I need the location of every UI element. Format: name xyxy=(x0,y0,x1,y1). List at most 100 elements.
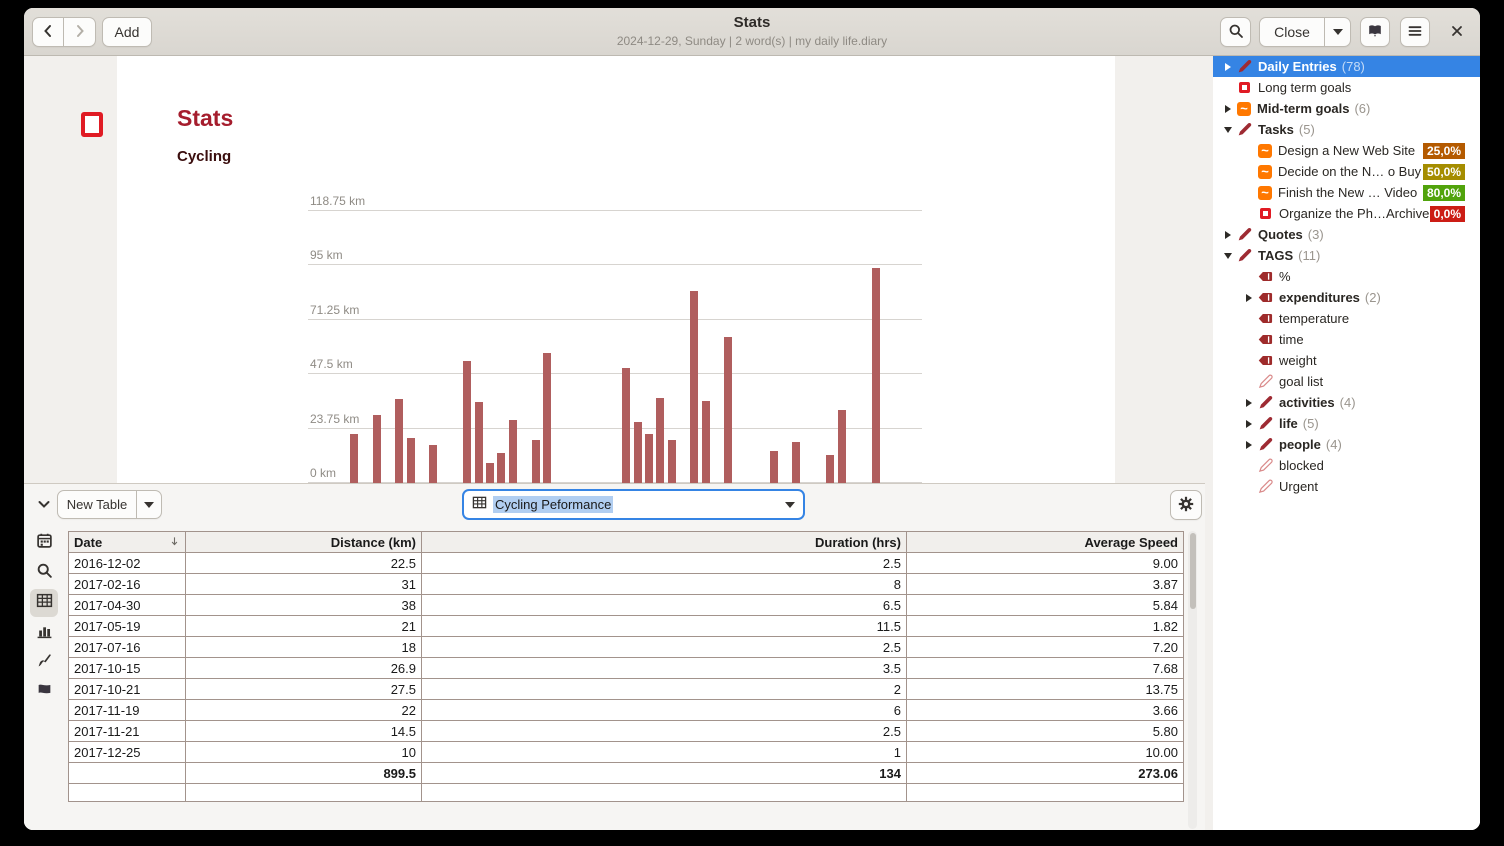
table-selector-combo[interactable]: Cycling Peformance xyxy=(462,489,805,520)
panel-tab-search[interactable] xyxy=(30,559,58,587)
cell-date[interactable]: 2017-10-21 xyxy=(69,679,186,700)
column-header-date[interactable]: Date xyxy=(69,532,186,553)
cell-value[interactable]: 13.75 xyxy=(907,679,1184,700)
bookmarks-button[interactable] xyxy=(1360,17,1390,47)
new-table-button[interactable]: New Table xyxy=(57,490,137,519)
sidebar-item-finish-the-new-video[interactable]: ~Finish the New … Video80,0% xyxy=(1213,182,1480,203)
sidebar-item-activities[interactable]: activities(4) xyxy=(1213,392,1480,413)
new-table-dropdown[interactable] xyxy=(137,490,162,519)
menu-button[interactable] xyxy=(1400,17,1430,47)
cell-date[interactable]: 2017-11-19 xyxy=(69,700,186,721)
cell-empty xyxy=(907,784,1184,802)
cell-value[interactable]: 6.5 xyxy=(422,595,907,616)
cell-date[interactable]: 2016-12-02 xyxy=(69,553,186,574)
table-scrollbar[interactable] xyxy=(1188,531,1197,829)
cell-value[interactable]: 9.00 xyxy=(907,553,1184,574)
cell-value[interactable]: 8 xyxy=(422,574,907,595)
cell-value[interactable]: 3.87 xyxy=(907,574,1184,595)
cell-value[interactable]: 2.5 xyxy=(422,553,907,574)
close-entry-dropdown[interactable] xyxy=(1325,17,1351,47)
expander-icon[interactable] xyxy=(1219,105,1237,113)
sidebar-item-mid-term-goals[interactable]: ~Mid-term goals(6) xyxy=(1213,98,1480,119)
sidebar-item-weight[interactable]: weight xyxy=(1213,350,1480,371)
expander-icon[interactable] xyxy=(1240,441,1258,449)
panel-tab-bookmark[interactable] xyxy=(30,679,58,707)
back-button[interactable] xyxy=(32,17,64,47)
cell-value[interactable]: 5.84 xyxy=(907,595,1184,616)
forward-button[interactable] xyxy=(64,17,96,47)
cell-date[interactable]: 2017-05-19 xyxy=(69,616,186,637)
sidebar-item-decide-on-the-n-o-buy[interactable]: ~Decide on the N… o Buy50,0% xyxy=(1213,161,1480,182)
expander-icon[interactable] xyxy=(1219,127,1237,133)
cell-value[interactable]: 21 xyxy=(186,616,422,637)
sidebar-item-daily-entries[interactable]: Daily Entries(78) xyxy=(1213,56,1480,77)
expander-icon[interactable] xyxy=(1240,420,1258,428)
panel-tab-theme[interactable] xyxy=(30,649,58,677)
cell-value[interactable]: 7.68 xyxy=(907,658,1184,679)
scrollbar-thumb[interactable] xyxy=(1190,533,1196,609)
expander-icon[interactable] xyxy=(1219,253,1237,259)
cell-value[interactable]: 5.80 xyxy=(907,721,1184,742)
cell-value[interactable]: 2.5 xyxy=(422,637,907,658)
todo-checkbox-icon[interactable] xyxy=(81,112,103,137)
sidebar-item-goal-list[interactable]: goal list xyxy=(1213,371,1480,392)
chart-bar xyxy=(509,420,517,486)
cell-date[interactable]: 2017-02-16 xyxy=(69,574,186,595)
panel-tab-calendar[interactable] xyxy=(30,529,58,557)
cell-value[interactable]: 7.20 xyxy=(907,637,1184,658)
sidebar-item-time[interactable]: time xyxy=(1213,329,1480,350)
sidebar-item-life[interactable]: life(5) xyxy=(1213,413,1480,434)
cell-value[interactable]: 22.5 xyxy=(186,553,422,574)
expander-icon[interactable] xyxy=(1240,399,1258,407)
cell-value[interactable]: 10.00 xyxy=(907,742,1184,763)
sidebar-item-expenditures[interactable]: expenditures(2) xyxy=(1213,287,1480,308)
add-button[interactable]: Add xyxy=(102,17,152,47)
cell-value[interactable]: 18 xyxy=(186,637,422,658)
sidebar-item-label: Daily Entries xyxy=(1258,59,1337,74)
cell-value[interactable]: 14.5 xyxy=(186,721,422,742)
cell-date[interactable]: 2017-07-16 xyxy=(69,637,186,658)
cell-value[interactable]: 26.9 xyxy=(186,658,422,679)
cell-value[interactable]: 2.5 xyxy=(422,721,907,742)
cell-value[interactable]: 22 xyxy=(186,700,422,721)
expander-icon[interactable] xyxy=(1219,63,1237,71)
cell-value[interactable]: 38 xyxy=(186,595,422,616)
sidebar-item-quotes[interactable]: Quotes(3) xyxy=(1213,224,1480,245)
cell-value[interactable]: 11.5 xyxy=(422,616,907,637)
cell-date[interactable]: 2017-04-30 xyxy=(69,595,186,616)
expander-icon[interactable] xyxy=(1240,294,1258,302)
column-header-duration-hrs[interactable]: Duration (hrs) xyxy=(422,532,907,553)
cell-value[interactable]: 2 xyxy=(422,679,907,700)
cell-value[interactable]: 6 xyxy=(422,700,907,721)
sidebar-item-urgent[interactable]: Urgent xyxy=(1213,476,1480,497)
sidebar-item-temperature[interactable]: temperature xyxy=(1213,308,1480,329)
expander-icon[interactable] xyxy=(1219,231,1237,239)
collapse-panel-button[interactable] xyxy=(30,491,58,519)
sidebar-item-tags[interactable]: TAGS(11) xyxy=(1213,245,1480,266)
cell-value[interactable]: 3.5 xyxy=(422,658,907,679)
cell-value[interactable]: 1.82 xyxy=(907,616,1184,637)
window-close-button[interactable] xyxy=(1442,17,1472,47)
cell-date[interactable]: 2017-10-15 xyxy=(69,658,186,679)
cell-value[interactable]: 10 xyxy=(186,742,422,763)
close-entry-button[interactable]: Close xyxy=(1259,17,1325,47)
cell-value[interactable]: 1 xyxy=(422,742,907,763)
sidebar-item-long-term-goals[interactable]: Long term goals xyxy=(1213,77,1480,98)
sidebar-item-organize-the-ph-archive[interactable]: Organize the Ph…Archive0,0% xyxy=(1213,203,1480,224)
cell-value[interactable]: 31 xyxy=(186,574,422,595)
sidebar-item-blocked[interactable]: blocked xyxy=(1213,455,1480,476)
column-header-average-speed[interactable]: Average Speed xyxy=(907,532,1184,553)
sidebar-item-item[interactable]: % xyxy=(1213,266,1480,287)
sidebar-item-design-a-new-web-site[interactable]: ~Design a New Web Site25,0% xyxy=(1213,140,1480,161)
cell-value[interactable]: 27.5 xyxy=(186,679,422,700)
search-button[interactable] xyxy=(1220,17,1251,47)
cell-date[interactable]: 2017-12-25 xyxy=(69,742,186,763)
sidebar-item-tasks[interactable]: Tasks(5) xyxy=(1213,119,1480,140)
panel-tab-table[interactable] xyxy=(30,589,58,617)
column-header-distance-km[interactable]: Distance (km) xyxy=(186,532,422,553)
panel-tab-chart[interactable] xyxy=(30,619,58,647)
cell-value[interactable]: 3.66 xyxy=(907,700,1184,721)
sidebar-item-people[interactable]: people(4) xyxy=(1213,434,1480,455)
cell-date[interactable]: 2017-11-21 xyxy=(69,721,186,742)
settings-button[interactable] xyxy=(1170,490,1202,520)
